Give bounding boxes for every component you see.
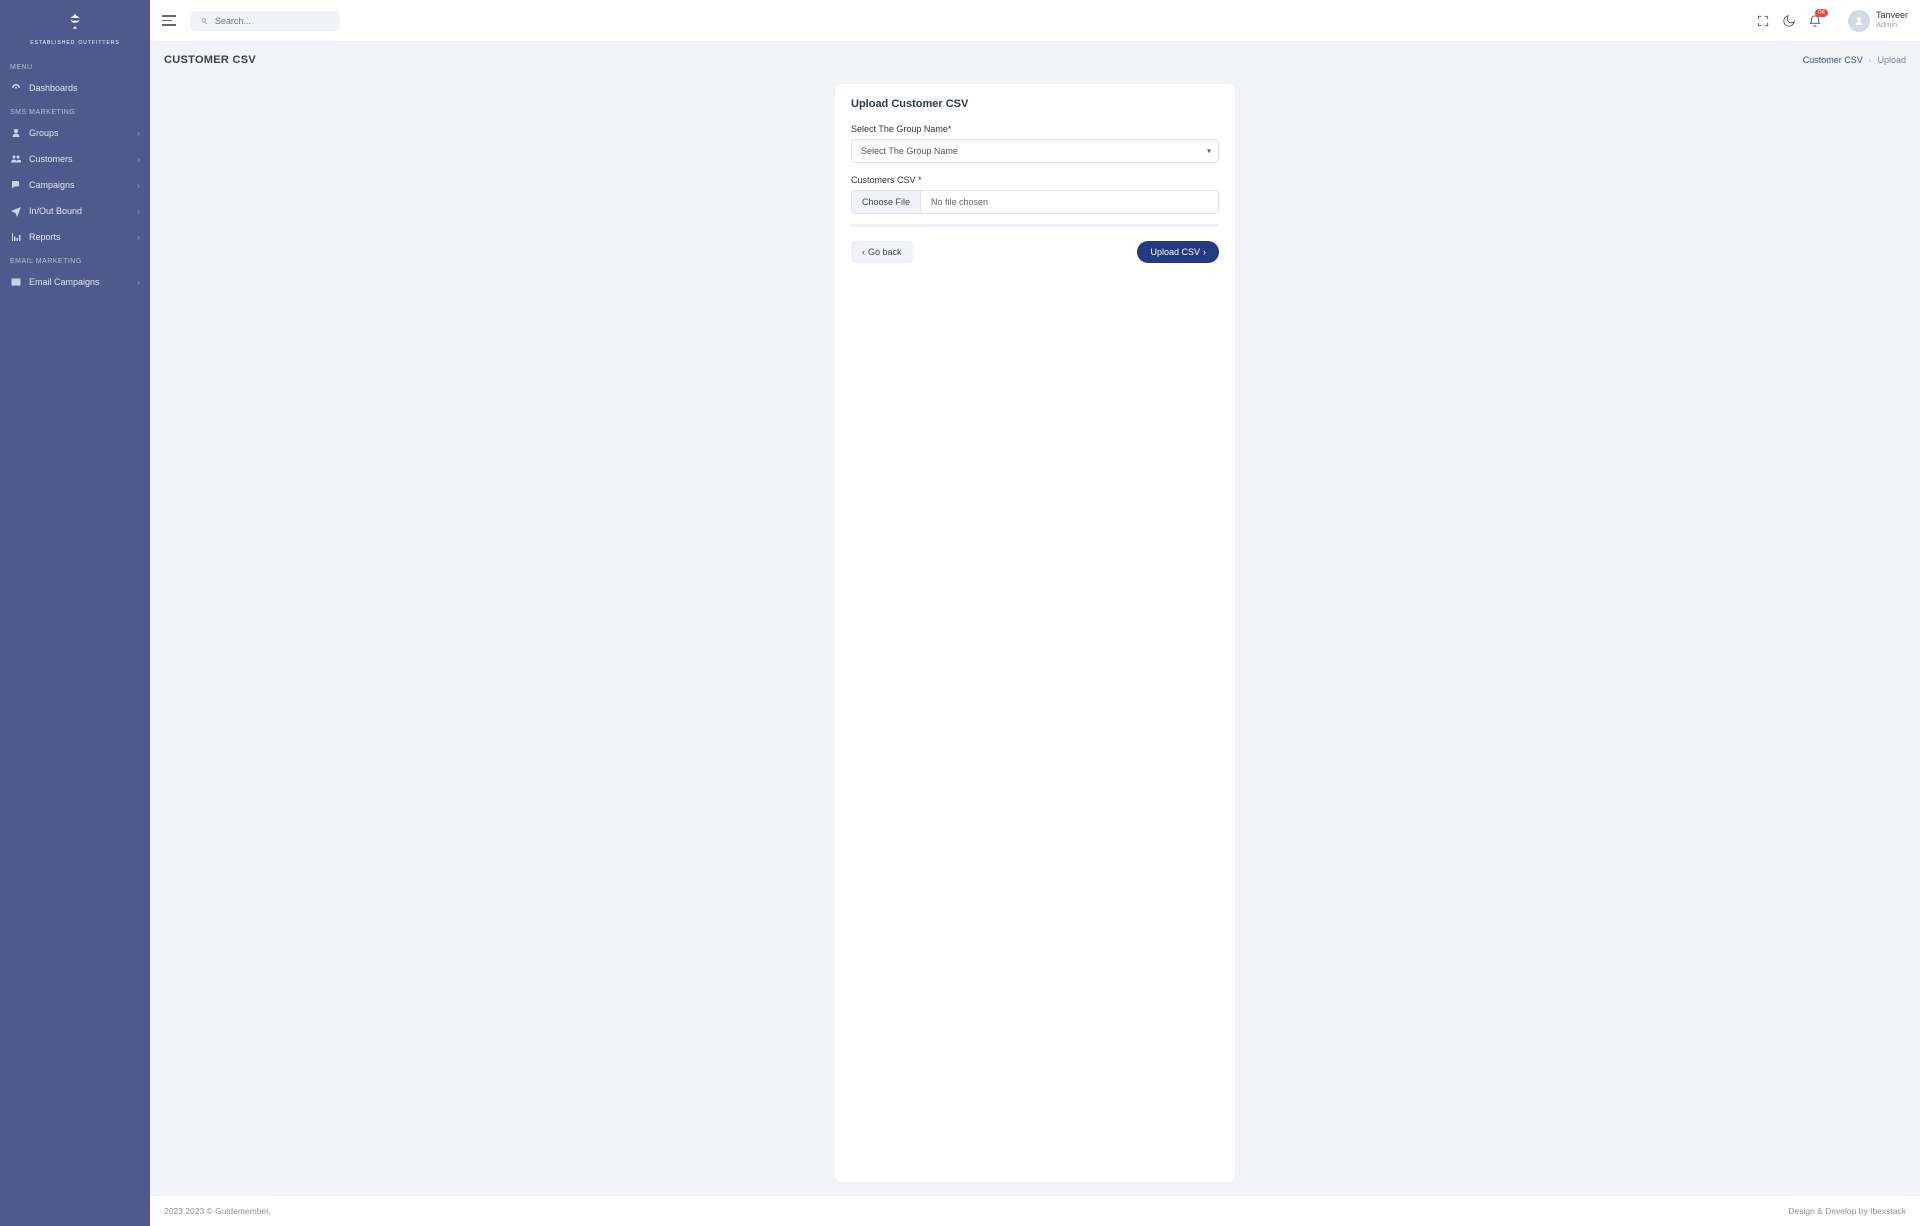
progress-bar (851, 224, 1219, 227)
chevron-right-icon: › (137, 233, 140, 242)
sidebar: ESTABLISHED OUTFITTERS MENU Dashboards S… (0, 0, 150, 1226)
fullscreen-icon (1756, 14, 1770, 28)
avatar-icon (1853, 15, 1865, 27)
search-input[interactable] (215, 16, 330, 26)
card-title: Upload Customer CSV (851, 98, 1219, 110)
user-menu[interactable]: Tanveer Admin (1848, 10, 1908, 32)
page-header: CUSTOMER CSV Customer CSV › Upload (150, 42, 1920, 78)
sidebar-item-inoutbound[interactable]: In/Out Bound › (0, 198, 150, 224)
chevron-right-icon: › (137, 207, 140, 216)
nav-label: In/Out Bound (29, 206, 137, 216)
notifications-button[interactable]: 04 (1808, 14, 1822, 28)
sidebar-item-reports[interactable]: Reports › (0, 224, 150, 250)
chevron-left-icon: ‹ (862, 247, 865, 257)
nav-section-1: SMS MARKETING Groups › Customers › Campa… (0, 101, 150, 250)
section-title: SMS MARKETING (0, 101, 150, 120)
nav-label: Email Campaigns (29, 277, 137, 287)
main-column: 04 Tanveer Admin CUSTOMER CSV Customer C… (150, 0, 1920, 1226)
nav-label: Reports (29, 232, 137, 242)
fullscreen-button[interactable] (1756, 14, 1770, 28)
section-title: MENU (0, 56, 150, 75)
group-select[interactable]: Select The Group Name ▾ (851, 139, 1219, 163)
breadcrumb-parent[interactable]: Customer CSV (1803, 55, 1863, 65)
footer-copyright: 2023 2023 © Guidemember. (164, 1206, 271, 1216)
topbar-icons: 04 Tanveer Admin (1756, 10, 1908, 32)
menu-toggle-button[interactable] (162, 12, 180, 30)
nav-section-2: EMAIL MARKETING Email Campaigns › (0, 250, 150, 295)
sidebar-item-dashboards[interactable]: Dashboards (0, 75, 150, 101)
user-icon (10, 127, 22, 139)
sidebar-item-customers[interactable]: Customers › (0, 146, 150, 172)
avatar (1848, 10, 1870, 32)
nav-label: Dashboards (29, 83, 140, 93)
breadcrumb: Customer CSV › Upload (1803, 55, 1906, 65)
file-input[interactable]: Choose File No file chosen (851, 190, 1219, 214)
topbar: 04 Tanveer Admin (150, 0, 1920, 42)
comments-icon (10, 179, 22, 191)
upload-card: Upload Customer CSV Select The Group Nam… (835, 84, 1235, 1182)
brand-word-left: ESTABLISHED (30, 40, 75, 46)
file-status-text: No file chosen (921, 191, 998, 213)
user-role: Admin (1876, 21, 1908, 29)
go-back-button[interactable]: ‹ Go back (851, 241, 913, 263)
brand-word-right: OUTFITTERS (78, 40, 119, 46)
chevron-right-icon: › (1869, 56, 1872, 65)
theme-toggle-button[interactable] (1782, 14, 1796, 28)
users-icon (10, 153, 22, 165)
chart-icon (10, 231, 22, 243)
nav-label: Campaigns (29, 180, 137, 190)
card-actions: ‹ Go back Upload CSV › (851, 241, 1219, 263)
group-select-value: Select The Group Name (851, 139, 1219, 163)
nav-section-0: MENU Dashboards (0, 56, 150, 101)
chevron-right-icon: › (137, 155, 140, 164)
group-label: Select The Group Name* (851, 124, 1219, 134)
sidebar-item-groups[interactable]: Groups › (0, 120, 150, 146)
plane-icon (10, 205, 22, 217)
search-icon (200, 16, 209, 26)
back-label: Go back (868, 247, 902, 257)
chevron-right-icon: › (137, 129, 140, 138)
brand-logo[interactable]: ESTABLISHED OUTFITTERS (0, 0, 150, 56)
nav-label: Customers (29, 154, 137, 164)
app-root: ESTABLISHED OUTFITTERS MENU Dashboards S… (0, 0, 1920, 1226)
sidebar-item-email-campaigns[interactable]: Email Campaigns › (0, 269, 150, 295)
antlers-icon (61, 10, 89, 38)
search-box[interactable] (190, 11, 340, 31)
choose-file-button[interactable]: Choose File (852, 191, 921, 213)
footer-credit: Design & Develop by Ibexstack (1788, 1206, 1906, 1216)
chevron-right-icon: › (1203, 247, 1206, 257)
upload-csv-button[interactable]: Upload CSV › (1137, 241, 1219, 263)
page-title: CUSTOMER CSV (164, 54, 256, 66)
moon-icon (1782, 14, 1796, 28)
chevron-right-icon: › (137, 278, 140, 287)
content-area: Upload Customer CSV Select The Group Nam… (150, 78, 1920, 1196)
section-title: EMAIL MARKETING (0, 250, 150, 269)
gauge-icon (10, 82, 22, 94)
envelope-icon (10, 276, 22, 288)
notification-badge: 04 (1815, 9, 1828, 17)
submit-label: Upload CSV (1150, 247, 1200, 257)
footer: 2023 2023 © Guidemember. Design & Develo… (150, 1196, 1920, 1226)
csv-label: Customers CSV * (851, 175, 1219, 185)
chevron-right-icon: › (137, 181, 140, 190)
nav-label: Groups (29, 128, 137, 138)
breadcrumb-current: Upload (1877, 55, 1906, 65)
sidebar-item-campaigns[interactable]: Campaigns › (0, 172, 150, 198)
user-meta: Tanveer Admin (1876, 11, 1908, 29)
